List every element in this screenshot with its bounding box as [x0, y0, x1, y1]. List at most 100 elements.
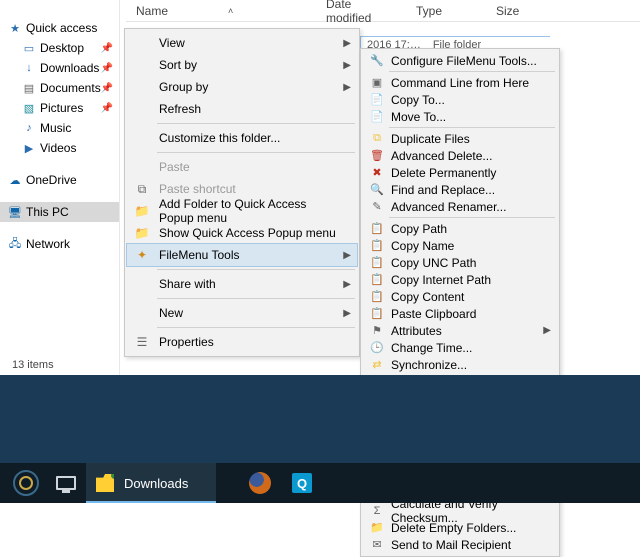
move-to-icon: 📄	[369, 109, 385, 125]
taskbar-app-label: Downloads	[124, 476, 188, 491]
wrench-icon: 🔧	[369, 53, 385, 69]
task-view-button[interactable]	[50, 463, 82, 503]
submenu-synchronize[interactable]: ⇄Synchronize...	[363, 356, 557, 373]
taskbar-app-explorer[interactable]: Downloads	[86, 463, 216, 503]
checksum-icon: Σ	[369, 503, 385, 519]
menu-show-quick-access-popup[interactable]: 📁Show Quick Access Popup menu	[127, 222, 357, 244]
submenu-send-to-mail[interactable]: ✉Send to Mail Recipient	[363, 536, 557, 553]
submenu-arrow-icon: ▶	[343, 279, 351, 290]
nav-music[interactable]: ♪Music	[0, 118, 119, 138]
copy-icon: 📋	[369, 289, 385, 305]
terminal-icon: ▣	[369, 75, 385, 91]
submenu-command-line[interactable]: ▣Command Line from Here	[363, 74, 557, 91]
empty-folder-icon: 📁	[369, 520, 385, 536]
clock-icon: 🕒	[369, 340, 385, 356]
submenu-delete-permanently[interactable]: ✖Delete Permanently	[363, 164, 557, 181]
delete-icon: 🗑	[369, 148, 385, 164]
start-icon	[13, 470, 39, 496]
menu-paste[interactable]: Paste	[127, 156, 357, 178]
nav-pictures[interactable]: ▧Pictures📌	[0, 98, 119, 118]
nav-network[interactable]: 🖧Network	[0, 234, 119, 254]
nav-downloads[interactable]: ↓Downloads📌	[0, 58, 119, 78]
menu-new[interactable]: New▶	[127, 302, 357, 324]
menu-properties[interactable]: ☰Properties	[127, 331, 357, 353]
copy-icon: 📋	[369, 272, 385, 288]
taskbar-app-firefox[interactable]	[240, 463, 280, 503]
menu-customize-folder[interactable]: Customize this folder...	[127, 127, 357, 149]
pin-icon: 📌	[101, 43, 113, 54]
task-view-icon	[56, 476, 76, 490]
copy-icon: 📋	[369, 238, 385, 254]
submenu-arrow-icon: ▶	[343, 250, 351, 261]
separator	[389, 71, 555, 72]
submenu-advanced-renamer[interactable]: ✎Advanced Renamer...	[363, 198, 557, 215]
column-type[interactable]: Type	[406, 4, 486, 18]
submenu-delete-empty-folders[interactable]: 📁Delete Empty Folders...	[363, 519, 557, 536]
submenu-advanced-delete[interactable]: 🗑Advanced Delete...	[363, 147, 557, 164]
submenu-move-to[interactable]: 📄Move To...	[363, 108, 557, 125]
pc-icon: 🖥	[8, 205, 22, 219]
separator	[157, 123, 355, 124]
nav-documents[interactable]: ▤Documents📌	[0, 78, 119, 98]
copy-to-icon: 📄	[369, 92, 385, 108]
submenu-configure[interactable]: 🔧Configure FileMenu Tools...	[363, 52, 557, 69]
pin-icon: 📌	[101, 103, 113, 114]
column-header: Name˄ Date modified Type Size	[126, 0, 640, 22]
menu-refresh[interactable]: Refresh	[127, 98, 357, 120]
submenu-arrow-icon: ▶	[343, 38, 351, 49]
submenu-duplicate-files[interactable]: ⧉Duplicate Files	[363, 130, 557, 147]
menu-add-quick-access-popup[interactable]: 📁Add Folder to Quick Access Popup menu	[127, 200, 357, 222]
column-size[interactable]: Size	[486, 4, 546, 18]
start-button[interactable]	[8, 463, 44, 503]
desktop-icon: ▭	[22, 41, 36, 55]
submenu-copy-internet-path[interactable]: 📋Copy Internet Path	[363, 271, 557, 288]
music-icon: ♪	[22, 121, 36, 135]
nav-videos[interactable]: ▶Videos	[0, 138, 119, 158]
submenu-copy-unc-path[interactable]: 📋Copy UNC Path	[363, 254, 557, 271]
nav-onedrive[interactable]: ☁OneDrive	[0, 170, 119, 190]
documents-icon: ▤	[22, 81, 36, 95]
shortcut-icon: ⧉	[134, 181, 150, 197]
duplicate-icon: ⧉	[369, 131, 385, 147]
menu-view[interactable]: View▶	[127, 32, 357, 54]
mail-icon: ✉	[369, 537, 385, 553]
pictures-icon: ▧	[22, 101, 36, 115]
taskbar-app-q[interactable]: Q	[282, 463, 322, 503]
videos-icon: ▶	[22, 141, 36, 155]
desktop-background	[0, 375, 640, 463]
submenu-paste-clipboard[interactable]: 📋Paste Clipboard	[363, 305, 557, 322]
menu-sort-by[interactable]: Sort by▶	[127, 54, 357, 76]
submenu-find-replace[interactable]: 🔍Find and Replace...	[363, 181, 557, 198]
pin-icon: 📌	[101, 83, 113, 94]
attributes-icon: ⚑	[369, 323, 385, 339]
navigation-pane: ★Quick access ▭Desktop📌 ↓Downloads📌 ▤Doc…	[0, 0, 120, 375]
column-name[interactable]: Name˄	[126, 4, 316, 18]
nav-quick-access[interactable]: ★Quick access	[0, 18, 119, 38]
delete-x-icon: ✖	[369, 165, 385, 181]
submenu-checksum[interactable]: ΣCalculate and Verify Checksum...	[363, 502, 557, 519]
star-icon: ★	[8, 21, 22, 35]
submenu-change-time[interactable]: 🕒Change Time...	[363, 339, 557, 356]
taskbar: Downloads Q	[0, 463, 640, 503]
nav-desktop[interactable]: ▭Desktop📌	[0, 38, 119, 58]
submenu-copy-path[interactable]: 📋Copy Path	[363, 220, 557, 237]
separator	[389, 127, 555, 128]
submenu-copy-to[interactable]: 📄Copy To...	[363, 91, 557, 108]
context-menu: View▶ Sort by▶ Group by▶ Refresh Customi…	[124, 28, 360, 357]
submenu-copy-name[interactable]: 📋Copy Name	[363, 237, 557, 254]
copy-icon: 📋	[369, 255, 385, 271]
explorer-icon	[96, 474, 114, 492]
submenu-attributes[interactable]: ⚑Attributes▶	[363, 322, 557, 339]
separator	[157, 269, 355, 270]
search-icon: 🔍	[369, 182, 385, 198]
submenu-copy-content[interactable]: 📋Copy Content	[363, 288, 557, 305]
menu-share-with[interactable]: Share with▶	[127, 273, 357, 295]
nav-this-pc[interactable]: 🖥This PC	[0, 202, 119, 222]
network-icon: 🖧	[8, 237, 22, 251]
firefox-icon	[249, 472, 271, 494]
menu-filemenu-tools[interactable]: ✦FileMenu Tools▶	[127, 244, 357, 266]
status-bar: 13 items	[0, 355, 120, 375]
menu-group-by[interactable]: Group by▶	[127, 76, 357, 98]
properties-icon: ☰	[134, 334, 150, 350]
column-date[interactable]: Date modified	[316, 0, 406, 25]
